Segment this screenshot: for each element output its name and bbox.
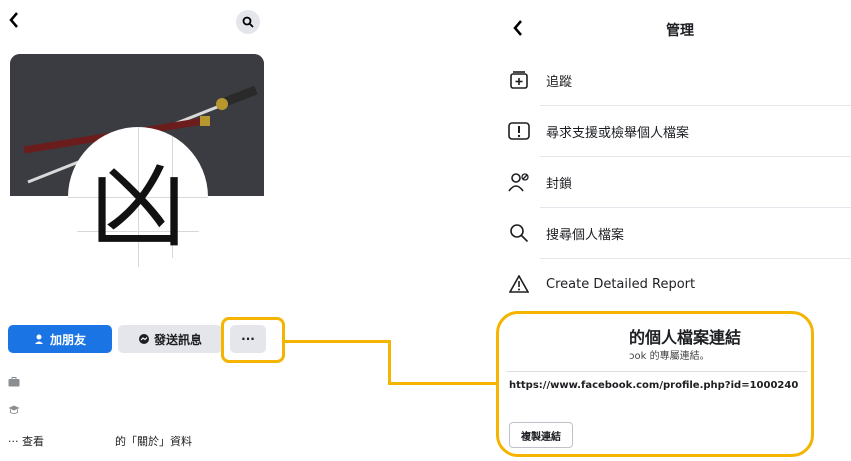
- education-icon: [8, 404, 20, 418]
- menu-item-search-profile[interactable]: 搜尋個人檔案: [506, 208, 851, 258]
- page-title: 管理: [666, 23, 694, 39]
- menu-label: 封鎖: [546, 176, 573, 192]
- highlight-connector: [388, 340, 391, 385]
- dialog-title: 的個人檔案連結: [629, 328, 742, 347]
- follow-icon: [506, 67, 532, 93]
- menu-label: 追蹤: [546, 74, 573, 90]
- highlight-more-options: [221, 317, 285, 363]
- back-button[interactable]: [8, 10, 20, 35]
- divider: [507, 371, 807, 372]
- search-button[interactable]: [236, 10, 260, 34]
- menu-label: 搜尋個人檔案: [546, 227, 625, 243]
- send-message-label: 發送訊息: [153, 332, 202, 347]
- highlight-connector: [388, 382, 496, 385]
- about-label: 的「關於」資料: [115, 435, 192, 448]
- menu-item-report[interactable]: 尋求支援或檢舉個人檔案: [506, 106, 851, 156]
- see-about-row[interactable]: ··· 查看 的「關於」資料: [8, 433, 192, 449]
- avatar-character: 凶: [90, 149, 186, 262]
- add-friend-label: 加朋友: [49, 332, 86, 347]
- highlight-connector: [285, 340, 390, 343]
- add-friend-button[interactable]: 加朋友: [8, 325, 112, 353]
- send-message-button[interactable]: 發送訊息: [118, 325, 222, 353]
- chevron-left-icon: [513, 20, 522, 36]
- menu-item-follow[interactable]: 追蹤: [506, 55, 851, 105]
- dialog-subtitle: ɔok 的專屬連結。: [629, 351, 710, 362]
- profile-link-dialog: 的個人檔案連結 ɔok 的專屬連結。 https://www.facebook.…: [496, 311, 814, 457]
- menu-label: Create Detailed Report: [546, 276, 696, 292]
- see-more-label: ··· 查看: [8, 435, 44, 448]
- copy-link-button[interactable]: 複製連結: [509, 422, 573, 448]
- search-icon: [506, 220, 532, 246]
- search-icon: [242, 16, 254, 28]
- block-icon: [506, 169, 532, 195]
- profile-url[interactable]: https://www.facebook.com/profile.php?id=…: [509, 379, 799, 393]
- work-icon: [8, 376, 20, 390]
- add-user-icon: [34, 334, 43, 344]
- avatar[interactable]: 凶: [68, 127, 208, 267]
- back-button[interactable]: [512, 18, 524, 43]
- chevron-left-icon: [9, 12, 18, 28]
- menu-item-detailed-report[interactable]: Create Detailed Report: [506, 259, 851, 309]
- report-icon: [506, 118, 532, 144]
- menu-label: 尋求支援或檢舉個人檔案: [546, 125, 690, 141]
- menu-item-block[interactable]: 封鎖: [506, 157, 851, 207]
- warning-icon: [506, 271, 532, 297]
- messenger-icon: [138, 334, 149, 344]
